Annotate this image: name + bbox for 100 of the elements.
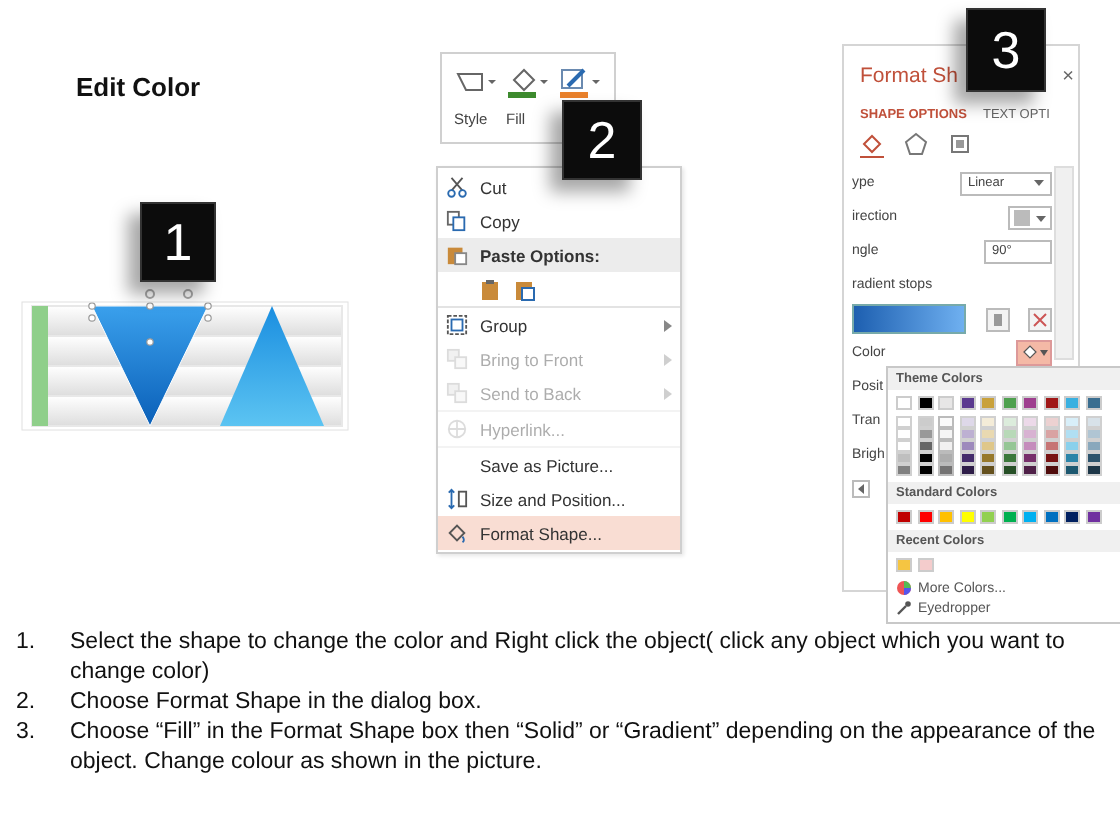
color-swatch[interactable] [917,558,933,572]
color-swatch[interactable] [1064,416,1080,428]
color-swatch[interactable] [1085,510,1101,524]
color-swatch[interactable] [1001,452,1017,464]
color-swatch[interactable] [1022,440,1038,452]
color-swatch[interactable] [1043,396,1059,410]
paint-bucket-icon[interactable] [860,132,884,158]
color-swatch[interactable] [1064,510,1080,524]
pen-icon[interactable] [558,66,602,98]
step-badge: 1 [140,202,216,282]
color-swatch[interactable] [1085,464,1101,476]
color-swatch[interactable] [959,416,975,428]
color-swatch[interactable] [896,464,912,476]
color-swatch[interactable] [1022,452,1038,464]
color-swatch[interactable] [1043,428,1059,440]
color-swatch[interactable] [917,464,933,476]
color-swatch[interactable] [1064,464,1080,476]
copy-icon [446,210,468,232]
color-swatch[interactable] [917,510,933,524]
color-swatch[interactable] [917,440,933,452]
scrollbar[interactable] [1054,166,1074,360]
color-swatch[interactable] [1001,428,1017,440]
color-swatch[interactable] [1022,396,1038,410]
menu-item[interactable]: Format Shape... [438,516,680,550]
color-swatch[interactable] [896,452,912,464]
color-swatch[interactable] [1022,510,1038,524]
stepper-button[interactable] [852,480,870,498]
list-number: 2. [16,688,38,718]
color-swatch[interactable] [1043,440,1059,452]
color-swatch[interactable] [938,440,954,452]
color-swatch[interactable] [1064,428,1080,440]
color-swatch[interactable] [1064,396,1080,410]
color-swatch[interactable] [938,396,954,410]
direction-picker[interactable] [1008,205,1052,229]
color-swatch[interactable] [980,396,996,410]
color-swatch[interactable] [980,510,996,524]
color-swatch[interactable] [959,510,975,524]
color-swatch[interactable] [1064,440,1080,452]
color-swatch[interactable] [938,464,954,476]
color-swatch[interactable] [1085,440,1101,452]
pentagon-icon[interactable] [904,132,928,156]
color-swatch[interactable] [1043,464,1059,476]
group-icon [446,314,468,336]
color-swatch[interactable] [896,510,912,524]
color-swatch[interactable] [938,428,954,440]
menu-item[interactable]: Group [438,308,680,342]
color-swatch[interactable] [896,440,912,452]
color-swatch[interactable] [938,452,954,464]
color-swatch[interactable] [1022,416,1038,428]
color-swatch[interactable] [1043,416,1059,428]
paint-bucket-icon[interactable] [506,66,550,98]
color-swatch[interactable] [959,428,975,440]
menu-item[interactable]: Paste Options: [438,238,680,272]
color-swatch[interactable] [980,464,996,476]
color-swatch[interactable] [896,416,912,428]
color-swatch[interactable] [980,416,996,428]
color-swatch[interactable] [1022,464,1038,476]
color-swatch[interactable] [896,428,912,440]
color-swatch[interactable] [959,464,975,476]
color-swatch[interactable] [1001,440,1017,452]
remove-stop-icon[interactable] [1028,307,1052,331]
color-swatch[interactable] [1085,452,1101,464]
size-icon[interactable] [948,132,972,156]
color-swatch[interactable] [1064,452,1080,464]
color-swatch[interactable] [917,452,933,464]
color-swatch[interactable] [959,396,975,410]
color-swatch[interactable] [1085,416,1101,428]
color-swatch[interactable] [917,416,933,428]
color-swatch[interactable] [980,452,996,464]
color-swatch[interactable] [1001,416,1017,428]
color-picker-button[interactable] [1016,340,1052,366]
color-swatch[interactable] [896,558,912,572]
paste-icon[interactable] [480,277,502,301]
menu-item[interactable]: Save as Picture... [438,448,680,482]
close-button[interactable]: × [1062,66,1074,88]
layers-icon [446,382,468,404]
color-swatch[interactable] [1022,428,1038,440]
color-swatch[interactable] [938,510,954,524]
menu-item[interactable]: Size and Position... [438,482,680,516]
add-stop-icon[interactable] [985,307,1009,331]
color-swatch[interactable] [938,416,954,428]
color-swatch[interactable] [917,428,933,440]
color-swatch[interactable] [1043,452,1059,464]
step-badge: 3 [966,8,1046,92]
color-swatch[interactable] [980,428,996,440]
caret-icon [1034,180,1044,186]
color-swatch[interactable] [896,396,912,410]
color-swatch[interactable] [917,396,933,410]
color-swatch[interactable] [959,440,975,452]
color-swatch[interactable] [1085,396,1101,410]
layers-icon [446,348,468,370]
menu-item[interactable]: Copy [438,204,680,238]
color-swatch[interactable] [1043,510,1059,524]
color-swatch[interactable] [1085,428,1101,440]
color-swatch[interactable] [980,440,996,452]
color-swatch[interactable] [1001,510,1017,524]
color-swatch[interactable] [959,452,975,464]
color-swatch[interactable] [1001,396,1017,410]
color-swatch[interactable] [1001,464,1017,476]
paste-picture-icon[interactable] [514,277,536,301]
